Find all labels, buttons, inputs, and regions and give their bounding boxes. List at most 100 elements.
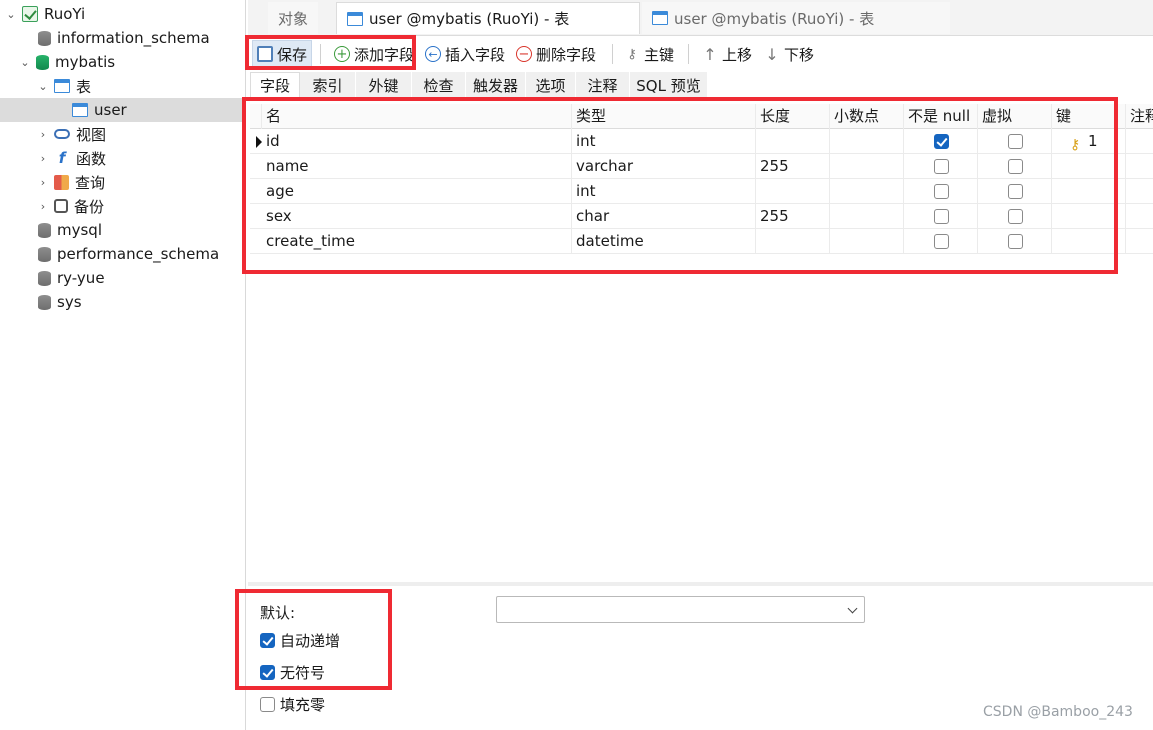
move-down-button[interactable]: ↓ 下移: [760, 40, 818, 68]
tab-objects[interactable]: 对象: [268, 2, 319, 34]
chevron-down-icon[interactable]: ⌄: [36, 79, 50, 93]
field-decimals-cell[interactable]: [830, 129, 904, 154]
field-comment-cell[interactable]: [1126, 229, 1153, 254]
table-row[interactable]: create_time datetime: [250, 229, 1153, 254]
auto-increment-checkbox[interactable]: [260, 633, 275, 648]
tree-item-database[interactable]: sys: [0, 290, 246, 314]
subtab-sql-preview[interactable]: SQL 预览: [630, 72, 708, 98]
key-cell[interactable]: [1052, 179, 1126, 204]
field-decimals-cell[interactable]: [830, 229, 904, 254]
not-null-checkbox[interactable]: [934, 184, 949, 199]
field-type-cell[interactable]: int: [572, 129, 756, 154]
tree-item-views[interactable]: › 视图: [0, 122, 246, 146]
field-length-cell[interactable]: 255: [756, 204, 830, 229]
column-header-virtual[interactable]: 虚拟: [978, 104, 1052, 129]
chevron-right-icon[interactable]: ›: [36, 127, 50, 141]
field-name-cell[interactable]: id: [262, 129, 572, 154]
table-row[interactable]: id int ⚷ 1: [250, 129, 1153, 154]
not-null-checkbox[interactable]: [934, 134, 949, 149]
not-null-checkbox[interactable]: [934, 209, 949, 224]
subtab-indexes[interactable]: 索引: [300, 72, 356, 98]
subtab-triggers[interactable]: 触发器: [466, 72, 526, 98]
tree-item-table-user[interactable]: user: [0, 98, 246, 122]
column-header-decimals[interactable]: 小数点: [830, 104, 904, 129]
tree-item-functions[interactable]: › f 函数: [0, 146, 246, 170]
table-row[interactable]: name varchar 255: [250, 154, 1153, 179]
tree-item-label: 查询: [75, 173, 106, 192]
field-decimals-cell[interactable]: [830, 179, 904, 204]
field-comment-cell[interactable]: [1126, 129, 1153, 154]
field-length-cell[interactable]: [756, 129, 830, 154]
column-header-comment[interactable]: 注释: [1126, 104, 1153, 129]
field-decimals-cell[interactable]: [830, 204, 904, 229]
field-comment-cell[interactable]: [1126, 154, 1153, 179]
default-value-select[interactable]: [496, 596, 865, 623]
table-row[interactable]: age int: [250, 179, 1153, 204]
tab-user-table[interactable]: user @mybatis (RuoYi) - 表: [642, 2, 950, 34]
key-cell[interactable]: ⚷ 1: [1052, 129, 1126, 154]
virtual-checkbox[interactable]: [1008, 184, 1023, 199]
subtab-fields[interactable]: 字段: [250, 72, 300, 98]
key-cell[interactable]: [1052, 154, 1126, 179]
field-comment-cell[interactable]: [1126, 179, 1153, 204]
table-row[interactable]: sex char 255: [250, 204, 1153, 229]
delete-field-button[interactable]: − 删除字段: [512, 40, 600, 68]
virtual-checkbox[interactable]: [1008, 234, 1023, 249]
not-null-checkbox[interactable]: [934, 234, 949, 249]
column-header-key[interactable]: 键: [1052, 104, 1126, 129]
field-length-cell[interactable]: 255: [756, 154, 830, 179]
chevron-right-icon[interactable]: ›: [36, 151, 50, 165]
field-length-cell[interactable]: [756, 179, 830, 204]
save-button[interactable]: 保存: [252, 40, 313, 68]
virtual-checkbox[interactable]: [1008, 134, 1023, 149]
column-header-not-null[interactable]: 不是 null: [904, 104, 978, 129]
not-null-checkbox[interactable]: [934, 159, 949, 174]
column-header-length[interactable]: 长度: [756, 104, 830, 129]
subtab-options[interactable]: 选项: [526, 72, 576, 98]
field-type-cell[interactable]: varchar: [572, 154, 756, 179]
key-cell[interactable]: [1052, 204, 1126, 229]
subtab-comments[interactable]: 注释: [576, 72, 630, 98]
key-cell[interactable]: [1052, 229, 1126, 254]
field-name-cell[interactable]: age: [262, 179, 572, 204]
field-type-cell[interactable]: datetime: [572, 229, 756, 254]
field-type-cell[interactable]: int: [572, 179, 756, 204]
primary-key-button[interactable]: ⚷ 主键: [620, 40, 678, 68]
add-field-button[interactable]: + 添加字段: [330, 40, 418, 68]
field-decimals-cell[interactable]: [830, 154, 904, 179]
subtab-foreign-keys[interactable]: 外键: [356, 72, 412, 98]
chevron-right-icon[interactable]: ›: [36, 175, 50, 189]
virtual-checkbox[interactable]: [1008, 209, 1023, 224]
tree-item-backups[interactable]: › 备份: [0, 194, 246, 218]
tree-item-database[interactable]: information_schema: [0, 26, 246, 50]
field-comment-cell[interactable]: [1126, 204, 1153, 229]
chevron-down-icon[interactable]: ⌄: [4, 7, 18, 21]
tree-item-database-mybatis[interactable]: ⌄ mybatis: [0, 50, 246, 74]
tree-item-queries[interactable]: › 查询: [0, 170, 246, 194]
subtab-checks[interactable]: 检查: [412, 72, 466, 98]
field-name-cell[interactable]: sex: [262, 204, 572, 229]
chevron-right-icon[interactable]: ›: [36, 199, 50, 213]
tab-user-table-design[interactable]: user @mybatis (RuoYi) - 表: [336, 2, 640, 34]
field-name-cell[interactable]: create_time: [262, 229, 572, 254]
tree-item-tables[interactable]: ⌄ 表: [0, 74, 246, 98]
zerofill-option[interactable]: 填充零: [260, 694, 325, 715]
auto-increment-option[interactable]: 自动递增: [260, 630, 340, 651]
virtual-checkbox[interactable]: [1008, 159, 1023, 174]
subtab-label: 触发器: [472, 76, 518, 95]
field-type-cell[interactable]: char: [572, 204, 756, 229]
unsigned-checkbox[interactable]: [260, 665, 275, 680]
tree-item-connection[interactable]: ⌄ RuoYi: [0, 2, 246, 26]
zerofill-checkbox[interactable]: [260, 697, 275, 712]
tree-item-database[interactable]: ry-yue: [0, 266, 246, 290]
tree-item-database[interactable]: performance_schema: [0, 242, 246, 266]
chevron-down-icon[interactable]: ⌄: [18, 55, 32, 69]
field-name-cell[interactable]: name: [262, 154, 572, 179]
move-up-button[interactable]: ↑ 上移: [698, 40, 756, 68]
insert-field-button[interactable]: ← 插入字段: [421, 40, 509, 68]
unsigned-option[interactable]: 无符号: [260, 662, 325, 683]
field-length-cell[interactable]: [756, 229, 830, 254]
tree-item-database[interactable]: mysql: [0, 218, 246, 242]
column-header-type[interactable]: 类型: [572, 104, 756, 129]
column-header-name[interactable]: 名: [262, 104, 572, 129]
